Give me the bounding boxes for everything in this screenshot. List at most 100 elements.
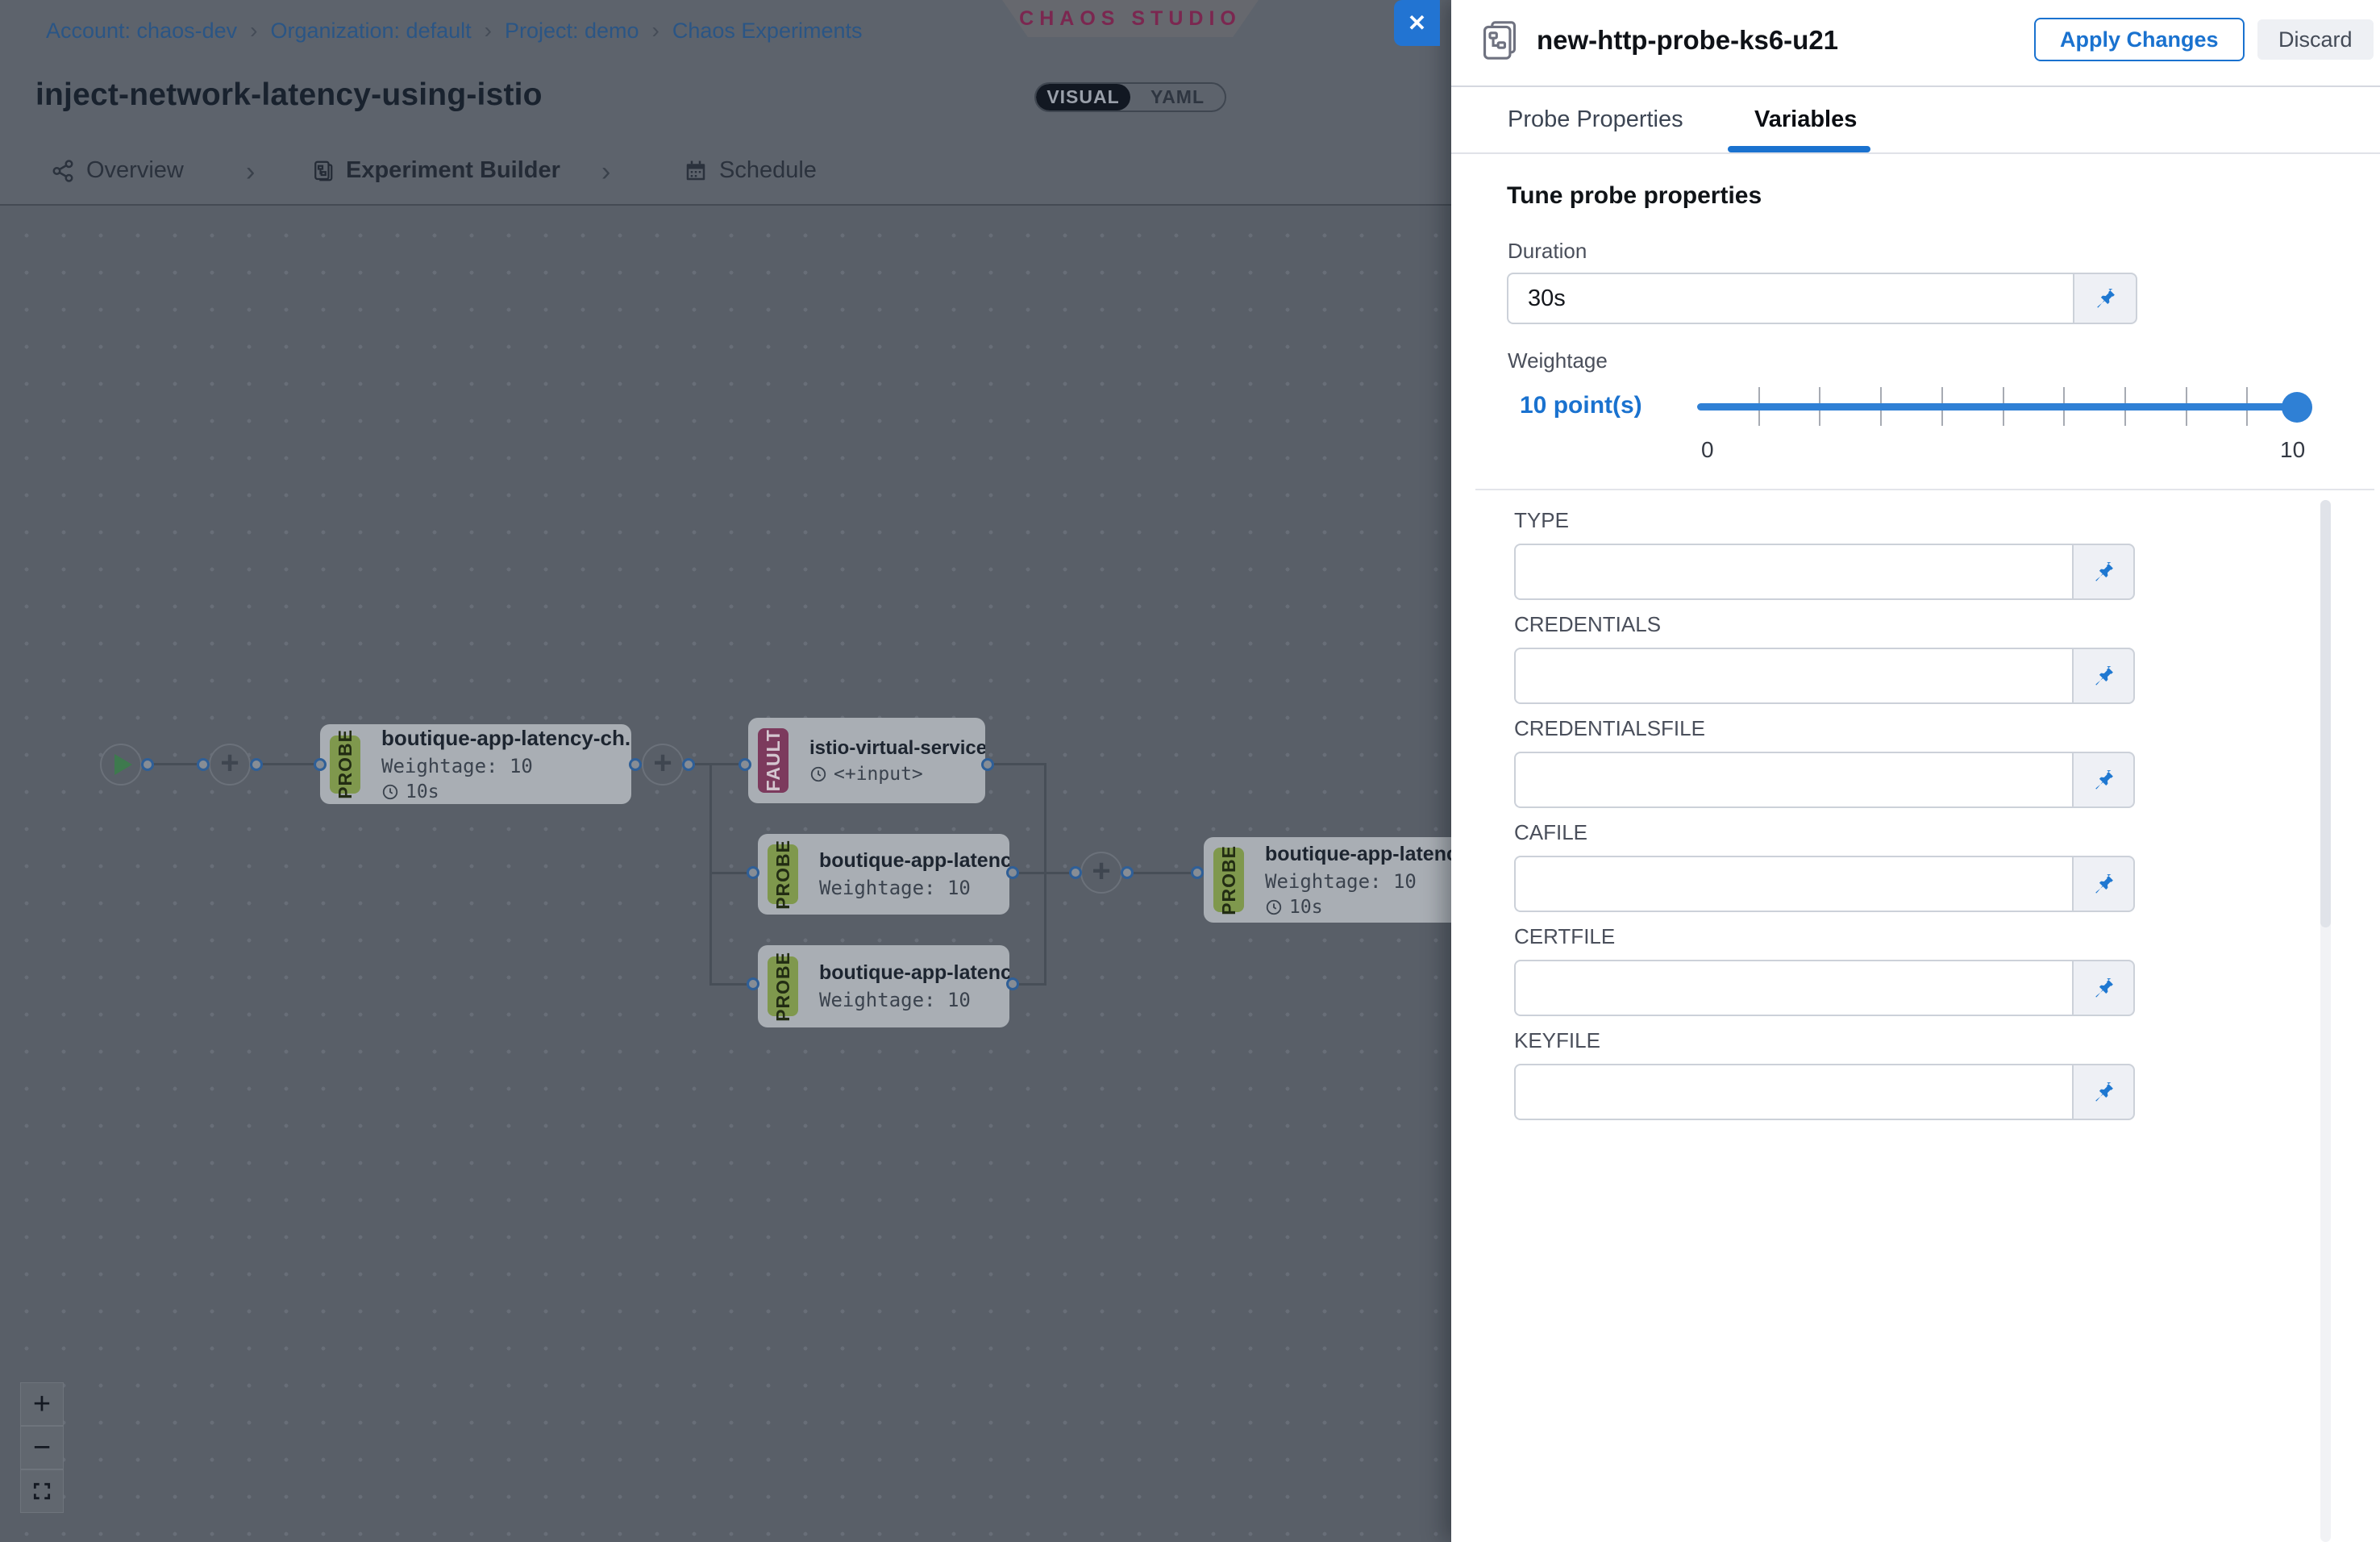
keyfile-input[interactable] — [1514, 1064, 2072, 1120]
port[interactable] — [629, 758, 642, 771]
credentials-pin-button[interactable] — [2072, 648, 2135, 704]
probe-document-icon — [1480, 19, 1519, 61]
port[interactable] — [1069, 866, 1082, 879]
node-weightage: Weightage: 10 — [819, 989, 1009, 1011]
port[interactable] — [739, 758, 751, 771]
port[interactable] — [141, 758, 154, 771]
probe-node-card[interactable]: PROBE boutique-app-latency-ch... Weighta… — [758, 945, 1009, 1027]
breadcrumb: Account: chaos-dev › Organization: defau… — [46, 18, 862, 44]
fault-node-card[interactable]: FAULT istio-virtual-service-crea... <+in… — [748, 718, 985, 803]
experiment-builder-icon — [310, 159, 335, 183]
credentialsfile-input[interactable] — [1514, 752, 2072, 808]
variable-label-cafile: CAFILE — [1514, 820, 1587, 845]
node-title: boutique-app-latency-ch... — [819, 961, 1009, 985]
fullscreen-button[interactable] — [20, 1469, 64, 1513]
drawer-tabs: Probe Properties Variables — [1451, 87, 2380, 153]
fullscreen-icon — [31, 1481, 52, 1502]
node-duration: 10s — [381, 781, 631, 802]
weightage-slider[interactable] — [1697, 386, 2307, 434]
slider-max-label: 10 — [2280, 437, 2305, 463]
duration-pin-button[interactable] — [2073, 273, 2137, 324]
clock-icon — [809, 765, 827, 783]
plus-icon: + — [220, 747, 239, 779]
port[interactable] — [1191, 866, 1204, 879]
tab-experiment-builder[interactable]: Experiment Builder — [310, 137, 560, 204]
cafile-input[interactable] — [1514, 856, 2072, 912]
port[interactable] — [747, 866, 759, 879]
zoom-in-button[interactable]: + — [20, 1382, 64, 1426]
certfile-pin-button[interactable] — [2072, 960, 2135, 1016]
tab-overview-label: Overview — [86, 157, 184, 184]
tab-variables[interactable]: Variables — [1754, 106, 1857, 133]
weightage-label: Weightage — [1508, 348, 1608, 373]
port[interactable] — [250, 758, 263, 771]
tab-overview[interactable]: Overview — [51, 137, 184, 204]
apply-changes-button[interactable]: Apply Changes — [2034, 18, 2245, 61]
add-node-button[interactable]: + — [642, 744, 684, 786]
credentials-input[interactable] — [1514, 648, 2072, 704]
toggle-yaml[interactable]: YAML — [1130, 84, 1225, 110]
keyfile-pin-button[interactable] — [2072, 1064, 2135, 1120]
breadcrumb-chaos-experiments[interactable]: Chaos Experiments — [672, 19, 863, 44]
port[interactable] — [981, 758, 994, 771]
breadcrumb-organization[interactable]: Organization: default — [270, 19, 471, 44]
plus-icon: + — [653, 747, 672, 779]
edge — [148, 763, 203, 765]
divider — [1475, 489, 2374, 490]
fault-badge: FAULT — [758, 728, 788, 793]
node-title: boutique-app-latency-ch... — [381, 726, 631, 751]
add-node-button[interactable]: + — [1080, 852, 1122, 894]
chaos-studio-label: CHAOS STUDIO — [1019, 7, 1242, 31]
toggle-visual[interactable]: VISUAL — [1036, 84, 1130, 110]
port[interactable] — [747, 977, 759, 990]
probe-badge: PROBE — [330, 736, 360, 794]
play-icon — [114, 754, 132, 775]
tune-probe-heading: Tune probe properties — [1507, 182, 1762, 210]
drawer-scrollbar[interactable] — [2320, 500, 2331, 1542]
port[interactable] — [1006, 977, 1019, 990]
certfile-input[interactable] — [1514, 960, 2072, 1016]
port[interactable] — [314, 758, 327, 771]
type-input[interactable] — [1514, 544, 2072, 600]
close-drawer-button[interactable]: ✕ — [1394, 0, 1440, 46]
port[interactable] — [197, 758, 210, 771]
type-pin-button[interactable] — [2072, 544, 2135, 600]
tab-probe-properties[interactable]: Probe Properties — [1508, 106, 1683, 133]
probe-node-card[interactable]: PROBE boutique-app-latency-ch... Weighta… — [320, 724, 631, 804]
probe-badge: PROBE — [768, 956, 798, 1016]
port[interactable] — [1121, 866, 1134, 879]
discard-button[interactable]: Discard — [2257, 19, 2374, 60]
pin-icon — [2093, 286, 2117, 310]
probe-badge: PROBE — [768, 844, 798, 904]
close-icon: ✕ — [1408, 10, 1426, 36]
variable-input-group-cafile — [1514, 856, 2135, 912]
schedule-calendar-icon — [684, 159, 708, 183]
node-weightage: Weightage: 10 — [819, 877, 1009, 899]
tab-schedule[interactable]: Schedule — [684, 137, 817, 204]
start-play-button[interactable] — [100, 744, 142, 786]
slider-thumb[interactable] — [2282, 392, 2312, 423]
node-duration: <+input> — [809, 764, 985, 785]
probe-node-card[interactable]: PROBE boutique-app-latency-ch... Weighta… — [758, 834, 1009, 915]
pin-icon — [2091, 768, 2116, 792]
duration-input[interactable] — [1507, 273, 2073, 324]
variable-label-credentialsfile: CREDENTIALSFILE — [1514, 716, 1705, 741]
scrollbar-thumb[interactable] — [2320, 500, 2331, 927]
credentialsfile-pin-button[interactable] — [2072, 752, 2135, 808]
duration-input-group — [1507, 273, 2137, 324]
probe-badge: PROBE — [1213, 848, 1244, 912]
pin-icon — [2091, 976, 2116, 1000]
edge — [1044, 763, 1046, 986]
breadcrumb-account[interactable]: Account: chaos-dev — [46, 19, 237, 44]
port[interactable] — [682, 758, 695, 771]
variable-label-certfile: CERTFILE — [1514, 924, 1615, 949]
breadcrumb-project[interactable]: Project: demo — [505, 19, 639, 44]
slider-track[interactable] — [1697, 403, 2307, 411]
variable-label-type: TYPE — [1514, 508, 1569, 533]
visual-yaml-toggle[interactable]: VISUAL YAML — [1034, 82, 1226, 112]
cafile-pin-button[interactable] — [2072, 856, 2135, 912]
zoom-out-button[interactable]: − — [20, 1426, 64, 1469]
port[interactable] — [1006, 866, 1019, 879]
probe-node-card[interactable]: PROBE boutique-app-latency-ch... Weighta… — [1204, 837, 1462, 923]
add-node-button[interactable]: + — [209, 744, 251, 786]
